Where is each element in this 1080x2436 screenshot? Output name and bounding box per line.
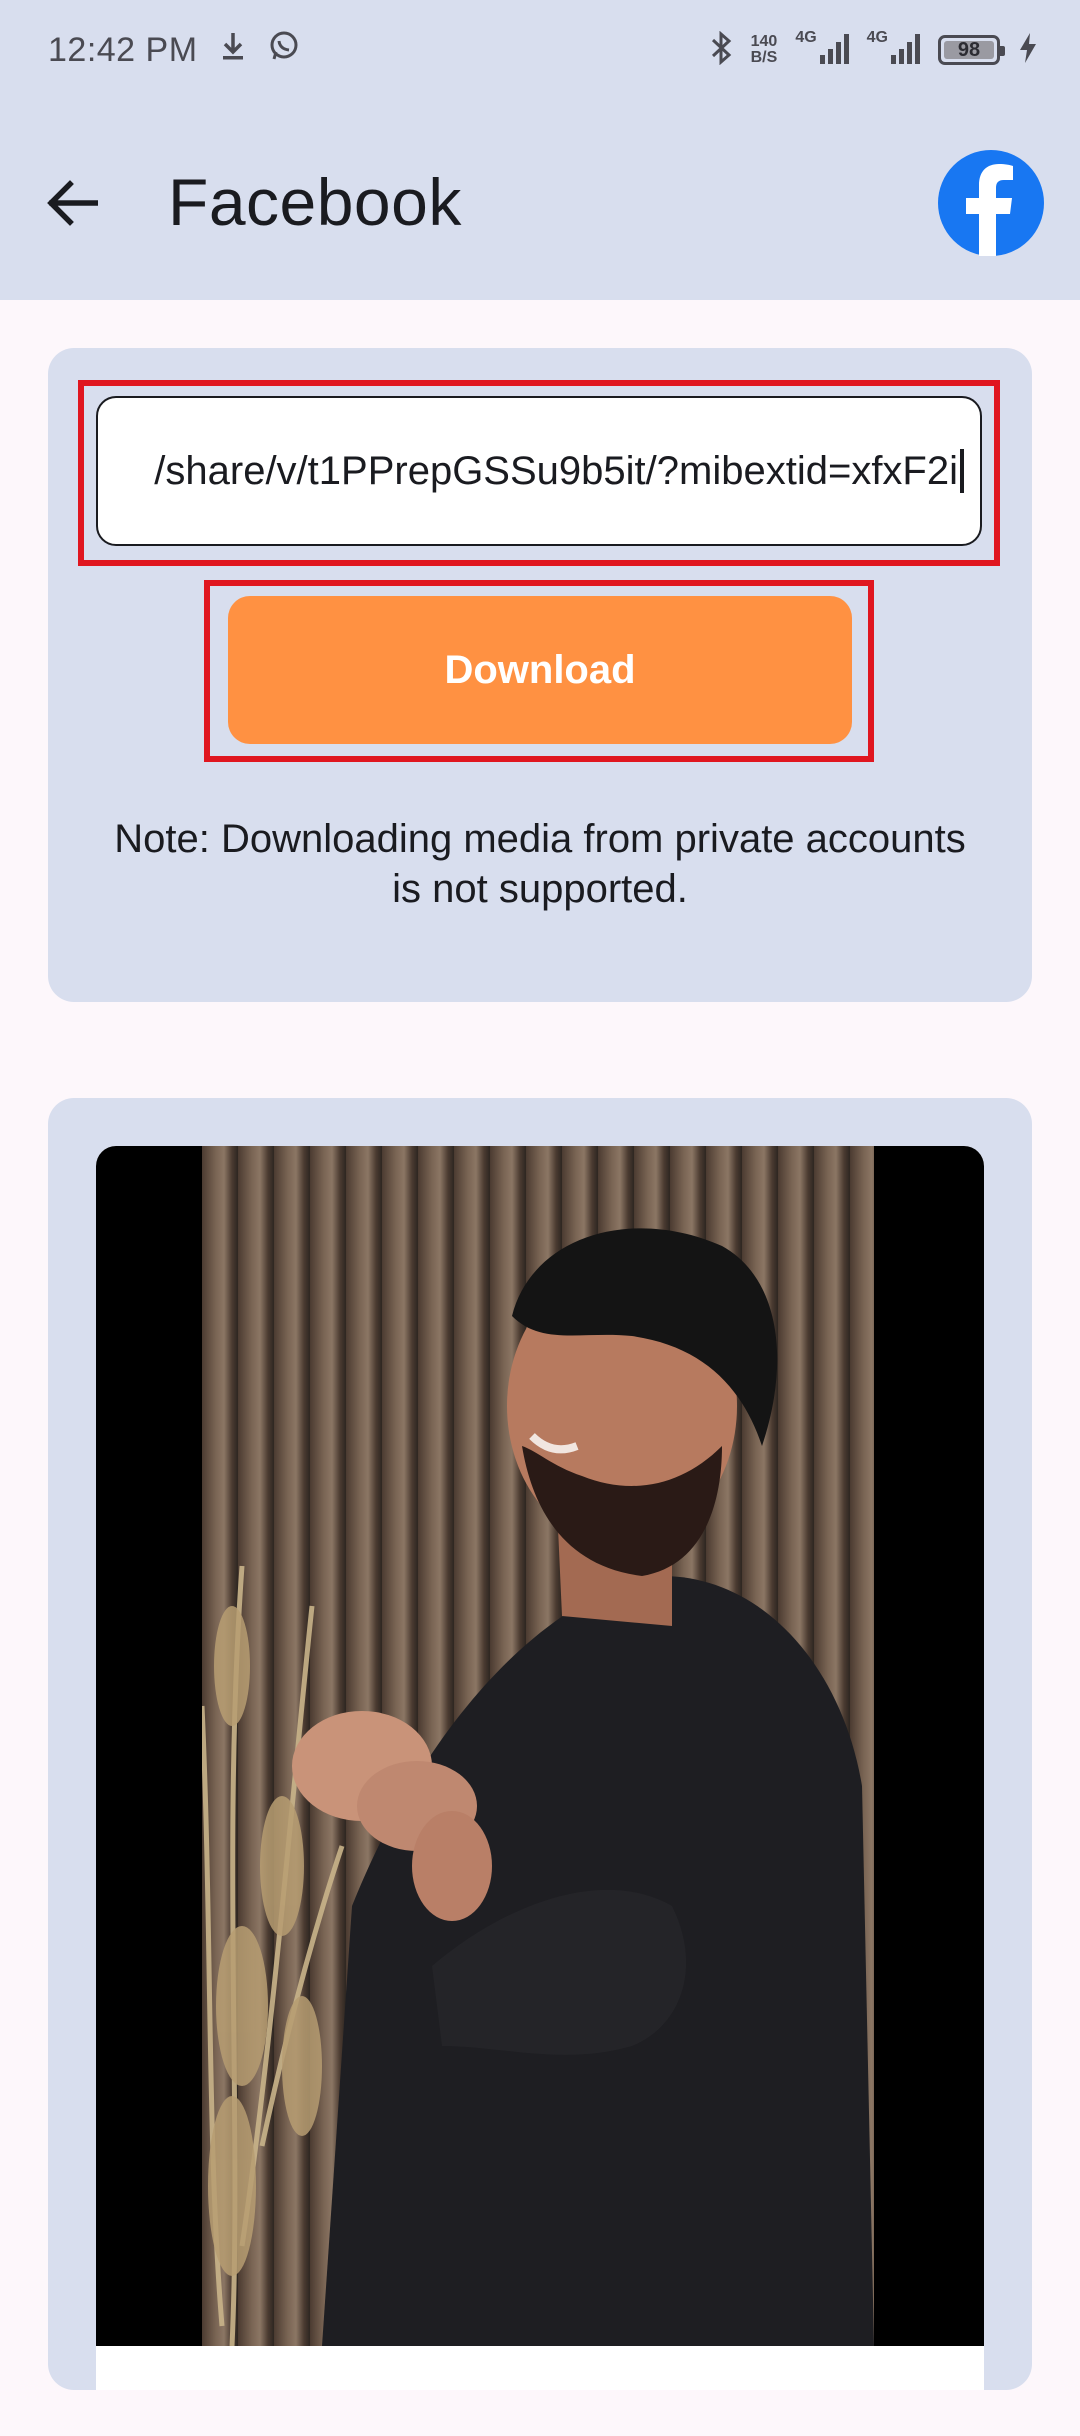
status-time: 12:42 PM (48, 31, 198, 69)
download-icon (220, 31, 246, 70)
network-2-label: 4G (866, 29, 888, 46)
net-speed-unit: B/S (750, 49, 778, 66)
download-button[interactable]: Download (228, 596, 852, 744)
net-speed: 140 B/S (751, 34, 778, 66)
net-speed-value: 140 (750, 33, 778, 50)
video-preview-card (48, 1098, 1032, 2390)
back-button[interactable] (36, 160, 108, 250)
page-title: Facebook (168, 165, 462, 239)
bluetooth-icon (709, 30, 733, 70)
video-thumbnail[interactable] (202, 1146, 874, 2346)
network-1-label: 4G (795, 29, 817, 46)
arrow-left-icon (46, 179, 99, 231)
charging-icon (1018, 32, 1038, 69)
battery-level: 98 (957, 38, 981, 61)
network-1: 4G (795, 29, 849, 70)
facebook-icon[interactable] (938, 150, 1044, 256)
input-card: /share/v/t1PPrepGSSu9b5it/?mibextid=xfxF… (48, 348, 1032, 1002)
status-bar: 12:42 PM 140 B/S 4G 4G 98 (0, 0, 1080, 108)
url-input[interactable] (96, 396, 982, 546)
battery-icon: 98 (938, 35, 1005, 65)
private-accounts-note: Note: Downloading media from private acc… (114, 817, 966, 911)
signal-icon (819, 31, 849, 70)
signal-icon (890, 31, 920, 70)
video-frame (96, 1146, 984, 2390)
whatsapp-icon (268, 30, 300, 71)
status-right: 140 B/S 4G 4G 98 (709, 30, 1038, 70)
network-2: 4G (867, 30, 920, 70)
app-bar: Facebook (0, 108, 1080, 300)
status-left: 12:42 PM (48, 30, 300, 71)
